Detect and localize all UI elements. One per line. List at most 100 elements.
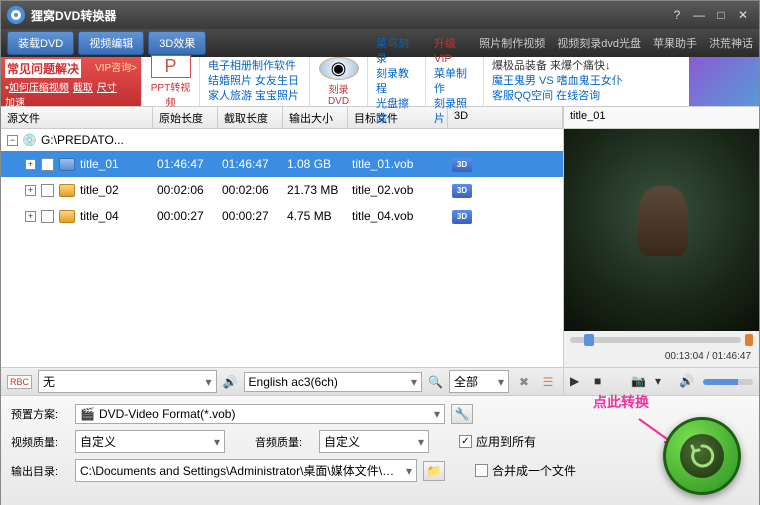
- col-cliplen[interactable]: 截取长度: [218, 107, 283, 128]
- delete-icon[interactable]: ✖: [515, 373, 533, 391]
- game-promo[interactable]: [689, 57, 759, 106]
- faq-panel: 常见问题解决VIP咨询> •如何压缩视频截取尺寸加速 •给视频加背景音乐更换消音: [1, 57, 141, 106]
- expand-icon[interactable]: +: [25, 211, 36, 222]
- out-size: 1.08 GB: [283, 157, 348, 171]
- time-display: 00:13:04 / 01:46:47: [564, 349, 759, 367]
- minimize-icon[interactable]: —: [689, 6, 709, 24]
- link-game[interactable]: 洪荒神话: [709, 35, 753, 51]
- outdir-label: 输出目录:: [11, 463, 69, 479]
- table-row[interactable]: +title_0200:02:0600:02:0621.73 MBtitle_0…: [1, 177, 563, 203]
- link-burn-dvd[interactable]: 视频刻录dvd光盘: [557, 35, 641, 51]
- root-row[interactable]: − 💿 G:\PREDATO...: [1, 129, 563, 151]
- apply-all-checkbox[interactable]: ✓: [459, 435, 472, 448]
- row-checkbox[interactable]: ✓: [41, 158, 54, 171]
- row-checkbox[interactable]: [41, 184, 54, 197]
- promo-link[interactable]: 魔王鬼男 VS 嗜血鬼王女仆: [492, 74, 681, 89]
- clip-end-marker[interactable]: [745, 334, 753, 346]
- list-icon[interactable]: ☰: [539, 373, 557, 391]
- burn-link[interactable]: 刻录照片: [434, 97, 475, 127]
- row-checkbox[interactable]: [41, 210, 54, 223]
- video-edit-button[interactable]: 视频编辑: [78, 31, 144, 55]
- link-apple[interactable]: 苹果助手: [653, 35, 697, 51]
- 3d-badge[interactable]: 3D: [448, 208, 563, 224]
- play-button[interactable]: ▶: [570, 374, 586, 390]
- table-row[interactable]: +title_0400:00:2700:00:274.75 MBtitle_04…: [1, 203, 563, 229]
- burn-links-a: 菜鸟刻录 刻录教程 光盘擦除: [367, 57, 425, 106]
- stop-button[interactable]: ■: [594, 374, 610, 390]
- burn-link[interactable]: 菜鸟刻录: [376, 37, 417, 67]
- app-logo: [7, 6, 25, 24]
- preset-label: 预置方案:: [11, 406, 69, 422]
- faq-link[interactable]: 截取: [73, 79, 93, 94]
- burn-cell[interactable]: ◉ 刻录DVD: [309, 57, 367, 106]
- chevron-down-icon: ▾: [411, 375, 417, 389]
- out-size: 21.73 MB: [283, 183, 348, 197]
- audio-select[interactable]: English ac3(6ch)▾: [244, 372, 423, 392]
- volume-slider[interactable]: [703, 379, 753, 385]
- target-file: title_01.vob: [348, 157, 448, 171]
- load-dvd-button[interactable]: 装载DVD: [7, 31, 74, 55]
- disc-icon: 💿: [22, 133, 37, 147]
- burn-link[interactable]: 刻录教程: [376, 67, 417, 97]
- promo-link[interactable]: 爆极品装备 来爆个痛快↓: [492, 59, 681, 74]
- output-panel: 点此转换 预置方案: 🎬DVD-Video Format(*.vob)▾ 🔧 视…: [1, 395, 759, 505]
- subtitle-select[interactable]: 无▾: [38, 370, 217, 393]
- col-outsize[interactable]: 输出大小: [283, 107, 348, 128]
- vip-link[interactable]: VIP咨询>: [95, 59, 137, 74]
- faq-link[interactable]: 如何压缩视频: [9, 79, 69, 94]
- abc-icon[interactable]: RBC: [7, 375, 32, 389]
- merge-label: 合并成一个文件: [492, 462, 576, 479]
- expand-icon[interactable]: +: [25, 159, 36, 170]
- chevron-down-icon: ▾: [406, 464, 412, 478]
- window-title: 狸窝DVD转换器: [31, 7, 665, 24]
- burn-link[interactable]: 光盘擦除: [376, 97, 417, 127]
- angle-select[interactable]: 全部▾: [449, 370, 509, 393]
- browse-button[interactable]: 📁: [423, 461, 445, 481]
- chevron-down-icon: ▾: [206, 375, 212, 389]
- faq-link[interactable]: 尺寸: [97, 79, 117, 94]
- column-headers: 源文件 原始长度 截取长度 输出大小 目标文件 3D: [1, 107, 563, 129]
- expand-icon[interactable]: −: [7, 135, 18, 146]
- maximize-icon[interactable]: □: [711, 6, 731, 24]
- toolbar-links: 照片制作视频 视频刻录dvd光盘 苹果助手 洪荒神话: [479, 35, 753, 51]
- album-link[interactable]: 电子相册制作软件: [208, 59, 301, 74]
- file-name: title_01: [80, 157, 119, 171]
- vip-upgrade[interactable]: 升级 VIP: [434, 37, 475, 67]
- 3d-badge[interactable]: 3D: [448, 182, 563, 198]
- snapshot-button[interactable]: 📷: [631, 374, 647, 390]
- out-size: 4.75 MB: [283, 209, 348, 223]
- chevron-down-icon[interactable]: ▾: [655, 374, 671, 390]
- target-file: title_02.vob: [348, 183, 448, 197]
- album-link[interactable]: 结婚照片 女友生日: [208, 74, 301, 89]
- help-icon[interactable]: ?: [667, 6, 687, 24]
- burn-link[interactable]: 菜单制作: [434, 67, 475, 97]
- preset-settings-button[interactable]: 🔧: [451, 404, 473, 424]
- merge-checkbox[interactable]: [475, 464, 488, 477]
- chevron-down-icon: ▾: [214, 435, 220, 449]
- col-source[interactable]: 源文件: [1, 107, 153, 128]
- video-quality-select[interactable]: 自定义▾: [75, 430, 225, 453]
- promo-link[interactable]: 客服QQ空间 在线咨询: [492, 89, 681, 104]
- ppt-cell[interactable]: P PPT转视频: [141, 57, 199, 106]
- clip-len: 00:02:06: [218, 183, 283, 197]
- expand-icon[interactable]: +: [25, 185, 36, 196]
- convert-button[interactable]: [663, 417, 741, 495]
- col-origlen[interactable]: 原始长度: [153, 107, 218, 128]
- link-photo-video[interactable]: 照片制作视频: [479, 35, 545, 51]
- table-row[interactable]: +✓title_0101:46:4701:46:471.08 GBtitle_0…: [1, 151, 563, 177]
- seek-thumb[interactable]: [584, 334, 594, 346]
- 3d-badge[interactable]: 3D: [448, 156, 563, 172]
- output-dir-input[interactable]: C:\Documents and Settings\Administrator\…: [75, 459, 417, 482]
- 3d-effect-button[interactable]: 3D效果: [148, 31, 206, 55]
- clip-len: 01:46:47: [218, 157, 283, 171]
- seek-track[interactable]: [570, 337, 741, 343]
- orig-len: 01:46:47: [153, 157, 218, 171]
- audio-quality-select[interactable]: 自定义▾: [319, 430, 429, 453]
- close-icon[interactable]: ✕: [733, 6, 753, 24]
- volume-icon[interactable]: 🔊: [679, 374, 695, 390]
- folder-icon: [59, 158, 75, 171]
- album-link[interactable]: 家人旅游 宝宝照片: [208, 89, 301, 104]
- video-preview[interactable]: [564, 129, 759, 331]
- preset-select[interactable]: 🎬DVD-Video Format(*.vob)▾: [75, 404, 445, 424]
- seek-bar[interactable]: [564, 331, 759, 349]
